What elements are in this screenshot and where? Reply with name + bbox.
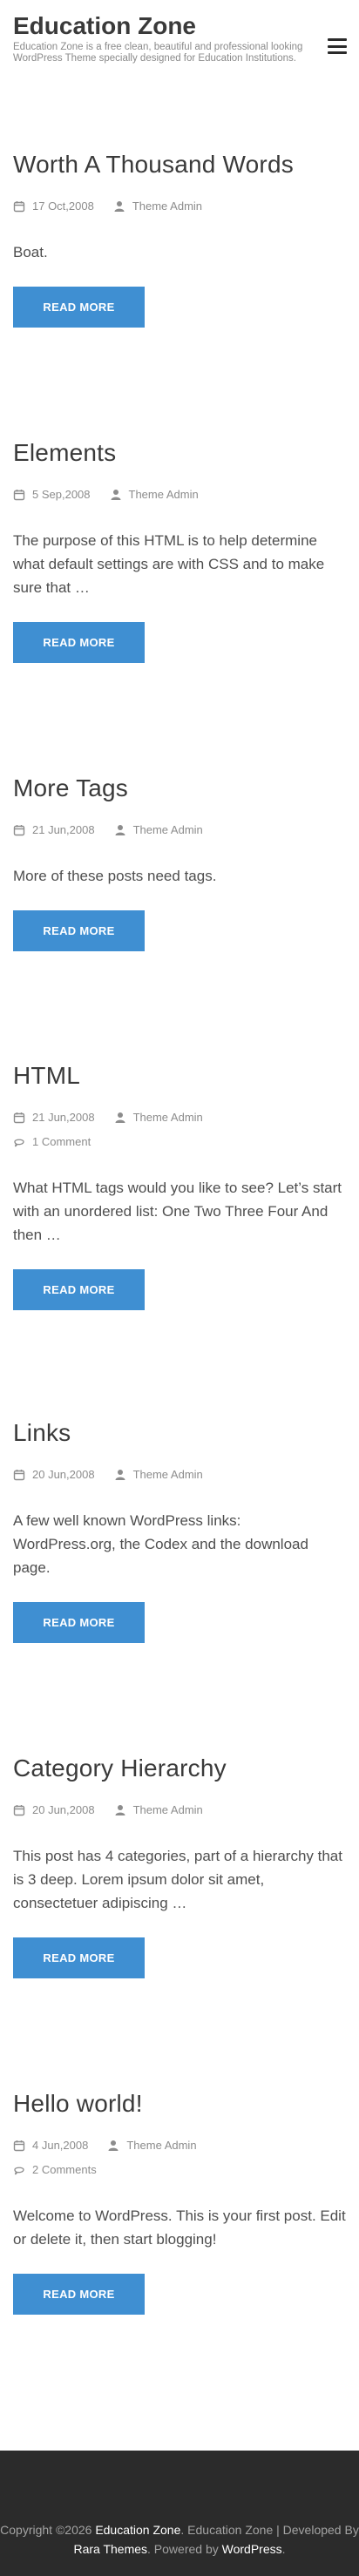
footer-text: . Education Zone | Developed By (180, 2523, 359, 2537)
post-date[interactable]: 21 Jun,2008 (13, 822, 95, 838)
post-title[interactable]: HTML (13, 1061, 346, 1091)
comment-icon (14, 2167, 24, 2175)
post-date[interactable]: 5 Sep,2008 (13, 487, 91, 503)
calendar-icon (13, 2140, 25, 2152)
post-date[interactable]: 20 Jun,2008 (13, 1467, 95, 1483)
post-date-text: 20 Jun,2008 (32, 1468, 95, 1481)
user-icon (115, 1470, 125, 1480)
post-author-text: Theme Admin (132, 1803, 203, 1816)
post-date-text: 21 Jun,2008 (32, 1111, 95, 1124)
post-date[interactable]: 20 Jun,2008 (13, 1802, 95, 1818)
post-author[interactable]: Theme Admin (114, 1802, 203, 1818)
post-comments-text: 1 Comment (32, 1135, 91, 1148)
calendar-icon (13, 1470, 25, 1481)
footer-site-link[interactable]: Education Zone (95, 2523, 180, 2537)
post-comments[interactable]: 2 Comments (13, 2162, 97, 2178)
post-article: Hello world! 4 Jun,2008 Theme Admin 2 Co… (13, 2089, 346, 2315)
post-author[interactable]: Theme Admin (114, 1110, 203, 1126)
read-more-button[interactable]: READ MORE (13, 910, 145, 951)
post-article: Links 20 Jun,2008 Theme Admin A few well… (13, 1418, 346, 1643)
post-date[interactable]: 21 Jun,2008 (13, 1110, 95, 1126)
read-more-button[interactable]: READ MORE (13, 287, 145, 328)
post-comments[interactable]: 1 Comment (13, 1134, 91, 1150)
post-article: Category Hierarchy 20 Jun,2008 Theme Adm… (13, 1754, 346, 1978)
post-excerpt: The purpose of this HTML is to help dete… (13, 532, 325, 596)
user-icon (115, 1805, 125, 1815)
post-comments-text: 2 Comments (32, 2163, 97, 2176)
post-author-text: Theme Admin (132, 199, 203, 213)
calendar-icon (13, 201, 25, 213)
post-article: More Tags 21 Jun,2008 Theme Admin More o… (13, 774, 346, 951)
post-author[interactable]: Theme Admin (110, 487, 199, 503)
post-title[interactable]: Links (13, 1418, 346, 1448)
read-more-button[interactable]: READ MORE (13, 622, 145, 663)
post-title[interactable]: Hello world! (13, 2089, 346, 2119)
post-meta: 5 Sep,2008 Theme Admin (13, 487, 346, 503)
post-title[interactable]: Category Hierarchy (13, 1754, 346, 1783)
post-meta: 20 Jun,2008 Theme Admin (13, 1802, 346, 1818)
post-date-text: 20 Jun,2008 (32, 1803, 95, 1816)
post-author-text: Theme Admin (126, 2139, 197, 2152)
user-icon (114, 201, 125, 212)
post-meta: 17 Oct,2008 Theme Admin (13, 199, 346, 214)
calendar-icon (13, 1112, 25, 1124)
post-title[interactable]: More Tags (13, 774, 346, 803)
footer-wordpress-link[interactable]: WordPress (222, 2542, 282, 2556)
read-more-button[interactable]: READ MORE (13, 1269, 145, 1310)
post-date[interactable]: 4 Jun,2008 (13, 2138, 88, 2153)
user-icon (115, 1112, 125, 1123)
post-date[interactable]: 17 Oct,2008 (13, 199, 94, 214)
post-date-text: 5 Sep,2008 (32, 488, 91, 501)
post-article: HTML 21 Jun,2008 Theme Admin 1 Comment W… (13, 1061, 346, 1310)
post-author[interactable]: Theme Admin (113, 199, 202, 214)
post-date-text: 21 Jun,2008 (32, 823, 95, 836)
post-excerpt: What HTML tags would you like to see? Le… (13, 1180, 342, 1243)
hamburger-menu-icon[interactable] (328, 38, 347, 54)
post-meta: 21 Jun,2008 Theme Admin (13, 822, 346, 838)
post-date-text: 17 Oct,2008 (32, 199, 94, 213)
calendar-icon (13, 1805, 25, 1816)
read-more-button[interactable]: READ MORE (13, 2274, 145, 2315)
post-excerpt: More of these posts need tags. (13, 868, 217, 884)
footer-copyright: Copyright ©2026 (0, 2523, 96, 2537)
user-icon (115, 825, 125, 835)
post-excerpt: Welcome to WordPress. This is your first… (13, 2208, 346, 2248)
read-more-button[interactable]: READ MORE (13, 1602, 145, 1643)
post-author-text: Theme Admin (132, 1111, 203, 1124)
calendar-icon (13, 825, 25, 836)
site-title[interactable]: Education Zone (13, 12, 346, 40)
post-title[interactable]: Worth A Thousand Words (13, 150, 346, 179)
post-author-text: Theme Admin (132, 823, 203, 836)
post-meta: 21 Jun,2008 Theme Admin 1 Comment (13, 1110, 346, 1150)
post-meta: 20 Jun,2008 Theme Admin (13, 1467, 346, 1483)
post-date-text: 4 Jun,2008 (32, 2139, 89, 2152)
calendar-icon (13, 490, 25, 501)
read-more-button[interactable]: READ MORE (13, 1937, 145, 1978)
comment-icon (14, 1139, 24, 1147)
footer-powered-text: . Powered by (147, 2542, 222, 2556)
post-author-text: Theme Admin (132, 1468, 203, 1481)
user-icon (111, 490, 121, 500)
site-footer: Copyright ©2026 Education Zone. Educatio… (0, 2451, 359, 2576)
post-article: Worth A Thousand Words 17 Oct,2008 Theme… (13, 150, 346, 328)
post-author-text: Theme Admin (128, 488, 199, 501)
post-author[interactable]: Theme Admin (107, 2138, 197, 2153)
post-title[interactable]: Elements (13, 438, 346, 468)
post-excerpt: A few well known WordPress links: WordPr… (13, 1512, 308, 1576)
post-author[interactable]: Theme Admin (114, 822, 203, 838)
post-excerpt: Boat. (13, 244, 48, 260)
site-header: Education Zone Education Zone is a free … (0, 0, 359, 87)
footer-developer-link[interactable]: Rara Themes (73, 2542, 147, 2556)
post-meta: 4 Jun,2008 Theme Admin 2 Comments (13, 2138, 346, 2178)
site-description: Education Zone is a free clean, beautifu… (13, 42, 303, 64)
user-icon (108, 2140, 119, 2151)
post-article: Elements 5 Sep,2008 Theme Admin The purp… (13, 438, 346, 663)
post-excerpt: This post has 4 categories, part of a hi… (13, 1848, 342, 1911)
footer-end-text: . (281, 2542, 286, 2556)
post-author[interactable]: Theme Admin (114, 1467, 203, 1483)
